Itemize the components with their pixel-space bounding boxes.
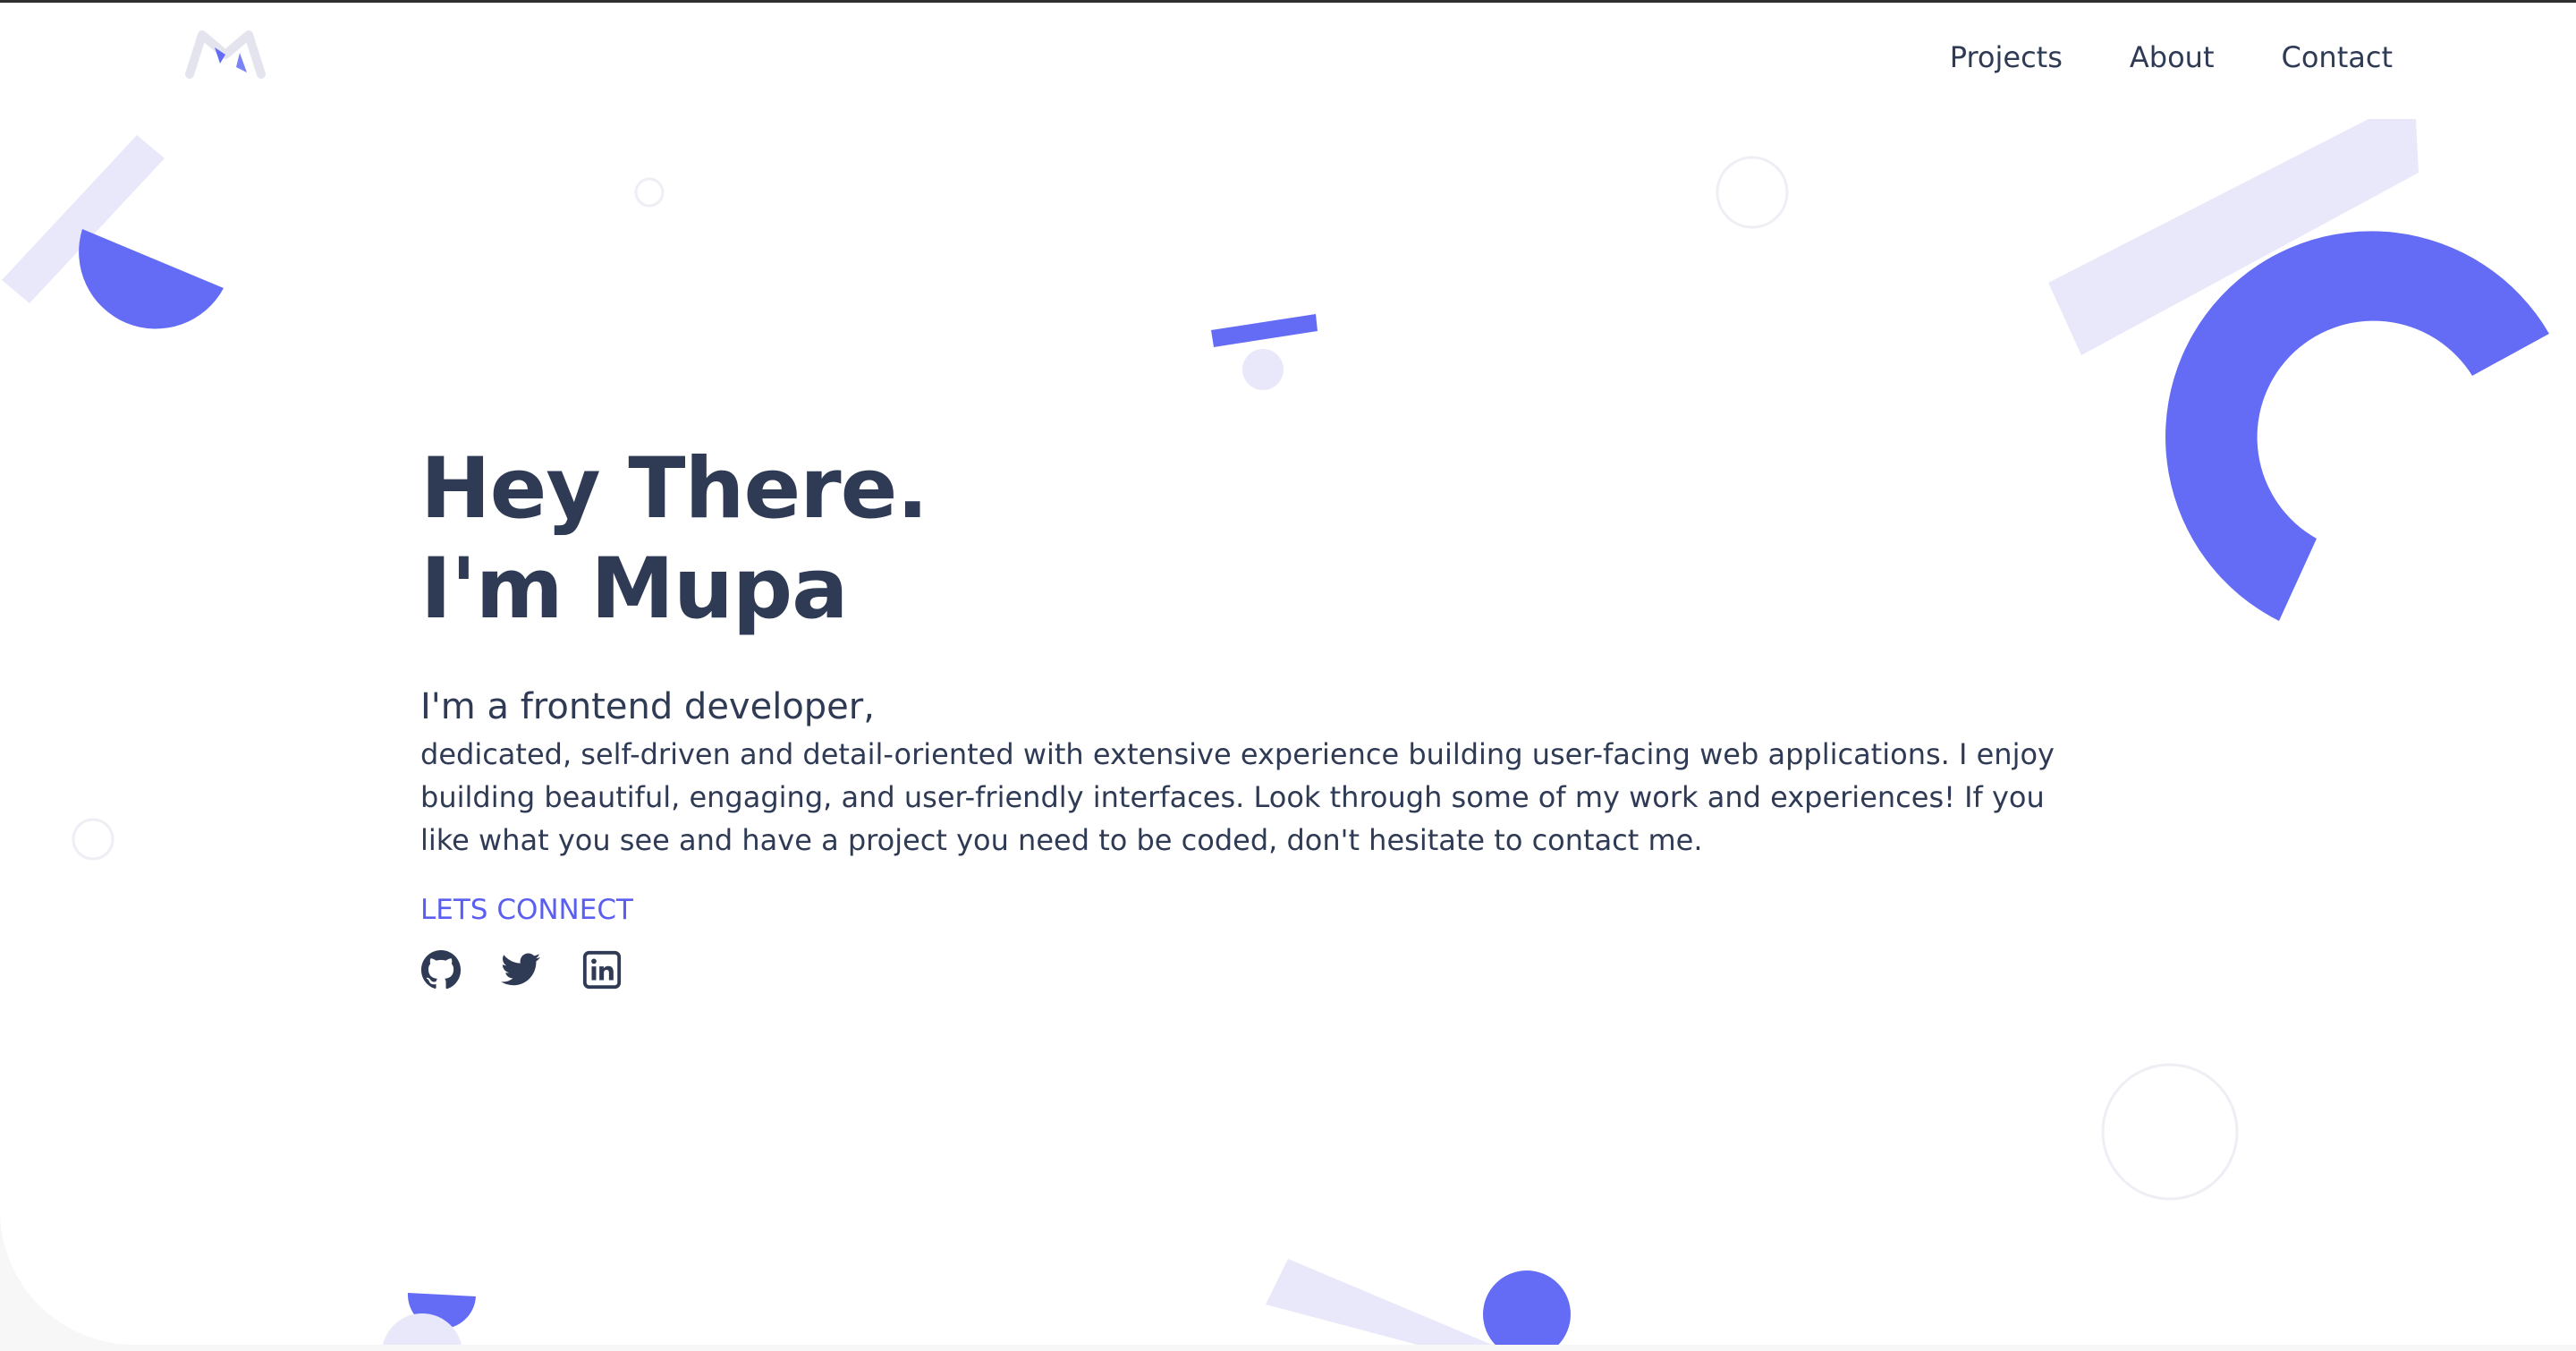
decor-bar-light-bottom <box>1266 1259 1493 1345</box>
lets-connect-link[interactable]: LETS CONNECT <box>420 894 633 926</box>
decor-arc-right <box>2165 231 2549 621</box>
decor-dot-bottom-left <box>383 1313 462 1345</box>
linkedin-icon[interactable] <box>581 949 623 990</box>
decor-ring-top-right <box>1716 156 1789 229</box>
decor-bar-light-top-right <box>2048 119 2419 355</box>
decor-bar-light-top-left <box>2 135 165 303</box>
decor-half-disc-top-left <box>79 229 224 329</box>
social-links <box>420 949 2066 990</box>
decor-circle-bottom <box>1483 1270 1571 1345</box>
hero-title-line-1: Hey There. <box>420 440 928 538</box>
hero-title-line-2: I'm Mupa <box>420 540 849 638</box>
decor-half-disc-bottom-left <box>407 1293 476 1330</box>
decor-ring-bottom-right <box>2101 1063 2239 1201</box>
github-icon[interactable] <box>420 949 462 990</box>
nav-link-contact[interactable]: Contact <box>2282 40 2394 74</box>
twitter-icon[interactable] <box>501 949 542 990</box>
decor-stick-center <box>1211 314 1318 347</box>
nav-link-projects[interactable]: Projects <box>1950 40 2063 74</box>
top-nav: Projects About Contact <box>1950 40 2393 74</box>
hero-subheading: I'm a frontend developer, <box>420 686 875 727</box>
decor-ring-small <box>634 177 665 208</box>
decor-ring-left <box>72 818 114 861</box>
hero-title: Hey There. I'm Mupa <box>420 439 2066 640</box>
decor-dot-center <box>1242 349 1284 390</box>
hero-section: Hey There. I'm Mupa I'm a frontend devel… <box>420 439 2066 990</box>
nav-link-about[interactable]: About <box>2130 40 2215 74</box>
page-frame: Projects About Contact Hey There. I'm Mu… <box>0 0 2576 1345</box>
logo-icon[interactable] <box>184 28 267 83</box>
hero-bio: dedicated, self-driven and detail-orient… <box>420 737 2055 857</box>
